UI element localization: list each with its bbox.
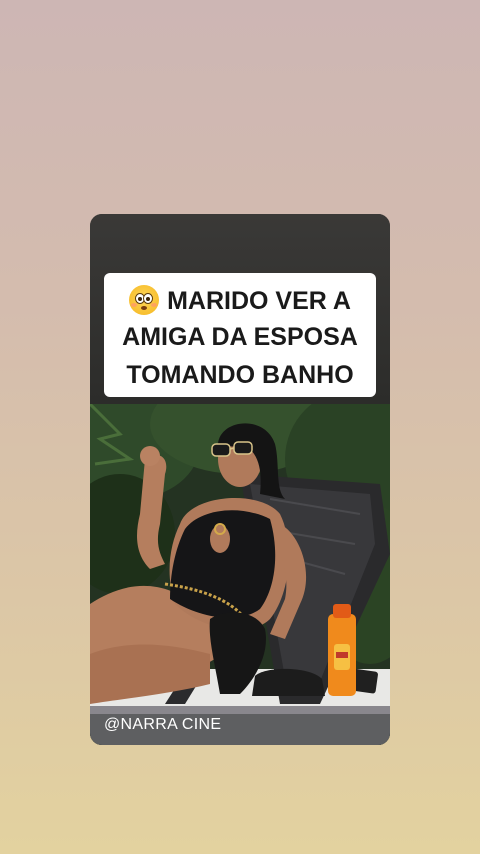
caption-box: MARIDO VER A AMIGA DA ESPOSA TOMANDO BAN… [104,273,376,397]
caption-line-1: MARIDO VER A [104,285,376,316]
story-card[interactable]: MARIDO VER A AMIGA DA ESPOSA TOMANDO BAN… [90,214,390,745]
video-scene [90,404,390,745]
caption-line-2: AMIGA DA ESPOSA [122,323,358,351]
video-frame[interactable]: @NARRA CINE [90,404,390,745]
watermark-text: @NARRA CINE [104,716,222,733]
caption-line-3: TOMANDO BANHO [126,361,354,389]
watermark-bar: @NARRA CINE [90,706,390,745]
flushed-face-icon [129,285,160,315]
caption-text-1: MARIDO VER A [167,287,351,315]
